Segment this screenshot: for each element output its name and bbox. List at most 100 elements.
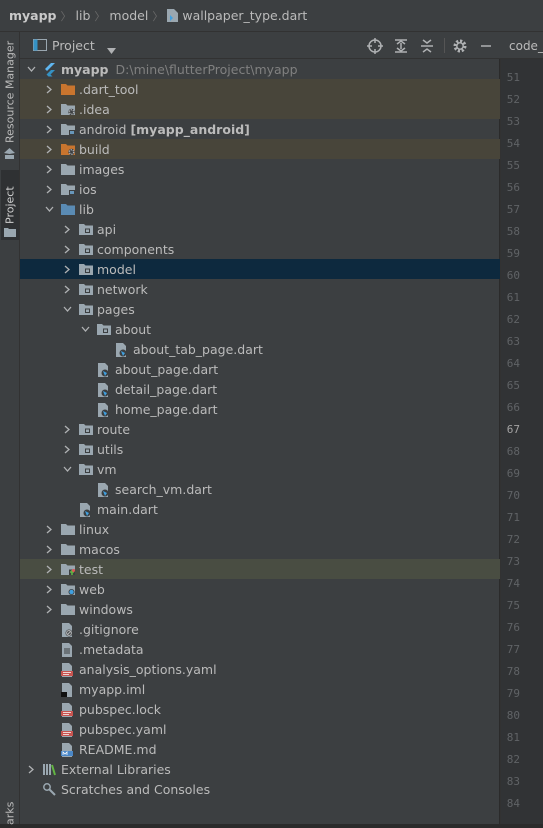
chevron-right-icon[interactable] — [43, 163, 55, 175]
tree-row-pages[interactable]: pages — [20, 299, 540, 319]
chevron-right-icon[interactable] — [61, 443, 73, 455]
tree-row-main-dart[interactable]: main.dart — [20, 499, 540, 519]
tree-row-label: .gitignore — [79, 621, 139, 637]
tree-row-network[interactable]: network — [20, 279, 540, 299]
tree-row-lib[interactable]: lib — [20, 199, 522, 219]
folder-package-icon — [79, 243, 93, 256]
tree-row-test[interactable]: test — [20, 559, 522, 579]
chevron-right-icon[interactable] — [43, 603, 55, 615]
tree-row-label: main.dart — [97, 501, 158, 517]
chevron-right-icon[interactable] — [43, 143, 55, 155]
collapse-all-icon[interactable] — [419, 38, 435, 54]
chevron-right-icon[interactable] — [61, 423, 73, 435]
tree-row-external-libraries[interactable]: External Libraries — [20, 759, 504, 779]
line-number: 76 — [506, 621, 520, 634]
tab-resource-manager[interactable]: Resource Manager — [1, 40, 19, 144]
tree-row-myapp-iml[interactable]: myapp.iml — [20, 679, 522, 699]
tree-row-ios[interactable]: ios — [20, 179, 522, 199]
tree-row-myapp[interactable]: myapp D:\mine\flutterProject\myapp — [20, 59, 504, 79]
folder-web-icon — [61, 583, 75, 596]
folder-icon — [61, 163, 75, 176]
tree-row-components[interactable]: components — [20, 239, 540, 259]
tree-row-about-page-dart[interactable]: about_page.dart — [20, 359, 543, 379]
breadcrumb-item[interactable]: myapp — [9, 8, 57, 23]
file-ignore-icon — [61, 622, 75, 637]
tree-row-route[interactable]: route — [20, 419, 540, 439]
chevron-right-icon[interactable] — [61, 223, 73, 235]
tree-row-api[interactable]: api — [20, 219, 540, 239]
tree-row-idea[interactable]: .idea — [20, 99, 522, 119]
breadcrumb-separator-icon: 〉 — [60, 9, 72, 23]
tree-row-label: macos — [79, 541, 120, 557]
line-number: 60 — [506, 269, 520, 282]
line-number: 83 — [506, 775, 520, 788]
tree-row-label: ios — [79, 181, 97, 197]
chevron-right-icon[interactable] — [43, 83, 55, 95]
tree-row-windows[interactable]: windows — [20, 599, 522, 619]
tree-row-build[interactable]: build — [20, 139, 522, 159]
tree-row-android[interactable]: android [myapp_android] — [20, 119, 522, 139]
scratches-icon — [43, 782, 57, 796]
tree-row-vm[interactable]: vm — [20, 459, 540, 479]
chevron-down-icon[interactable] — [61, 463, 73, 475]
folder-gear-icon — [61, 103, 75, 116]
tree-row-images[interactable]: images — [20, 159, 522, 179]
tree-row-utils[interactable]: utils — [20, 439, 540, 459]
chevron-down-icon[interactable] — [43, 203, 55, 215]
locate-icon[interactable] — [367, 38, 383, 54]
tree-row-pubspec-yaml[interactable]: pubspec.yaml — [20, 719, 522, 739]
chevron-down-icon[interactable] — [107, 42, 116, 57]
line-number: 70 — [506, 489, 520, 502]
tree-row-web[interactable]: web — [20, 579, 522, 599]
breadcrumb-separator-icon: 〉 — [152, 9, 164, 23]
chevron-right-icon[interactable] — [43, 543, 55, 555]
folder-module-icon — [61, 183, 75, 196]
chevron-right-icon[interactable] — [61, 283, 73, 295]
expand-all-icon[interactable] — [393, 38, 409, 54]
tree-row-linux[interactable]: linux — [20, 519, 522, 539]
tree-row-gitignore[interactable]: .gitignore — [20, 619, 522, 639]
chevron-right-icon[interactable] — [25, 763, 37, 775]
tree-row-search-vm-dart[interactable]: search_vm.dart — [20, 479, 543, 499]
tree-row-metadata[interactable]: .metadata — [20, 639, 522, 659]
chevron-down-icon[interactable] — [61, 303, 73, 315]
editor-tab[interactable]: code_ — [500, 32, 543, 59]
chevron-right-icon[interactable] — [43, 103, 55, 115]
minimize-icon[interactable] — [478, 38, 494, 54]
project-view-title[interactable]: Project — [52, 38, 95, 53]
folder-package-icon — [97, 323, 111, 336]
breadcrumb-item[interactable]: lib — [76, 8, 91, 23]
chevron-right-icon[interactable] — [43, 523, 55, 535]
chevron-right-icon[interactable] — [43, 583, 55, 595]
chevron-down-icon[interactable] — [79, 323, 91, 335]
tree-row-about-tab-page-dart[interactable]: about_tab_page.dart — [20, 339, 543, 359]
module-name-suffix: [myapp_android] — [130, 121, 250, 137]
folder-test-icon — [61, 563, 75, 576]
tree-row-label: about_tab_page.dart — [133, 341, 263, 357]
tree-row-pubspec-lock[interactable]: pubspec.lock — [20, 699, 522, 719]
tree-row-readme-md[interactable]: README.md — [20, 739, 522, 759]
tree-row-home-page-dart[interactable]: home_page.dart — [20, 399, 543, 419]
tree-row-scratches-and-consoles[interactable]: Scratches and Consoles — [20, 779, 504, 799]
chevron-right-icon[interactable] — [43, 123, 55, 135]
tree-row-about[interactable]: about — [20, 319, 543, 339]
chevron-down-icon[interactable] — [25, 63, 37, 75]
gear-icon[interactable] — [452, 38, 468, 54]
tree-row-dart-tool[interactable]: .dart_tool — [20, 79, 522, 99]
breadcrumb-item[interactable]: model — [109, 8, 148, 23]
folder-icon — [61, 543, 75, 556]
tree-row-detail-page-dart[interactable]: detail_page.dart — [20, 379, 543, 399]
tree-row-model[interactable]: model — [20, 259, 540, 279]
tree-row-analysis-options-yaml[interactable]: analysis_options.yaml — [20, 659, 522, 679]
tree-row-label: vm — [97, 461, 117, 477]
chevron-right-icon[interactable] — [61, 243, 73, 255]
file-yaml-icon — [61, 662, 75, 677]
chevron-right-icon[interactable] — [61, 263, 73, 275]
tree-row-macos[interactable]: macos — [20, 539, 522, 559]
chevron-right-icon[interactable] — [43, 563, 55, 575]
breadcrumb-item[interactable]: wallpaper_type.dart — [182, 8, 307, 23]
folder-package-icon — [79, 463, 93, 476]
chevron-right-icon[interactable] — [43, 183, 55, 195]
